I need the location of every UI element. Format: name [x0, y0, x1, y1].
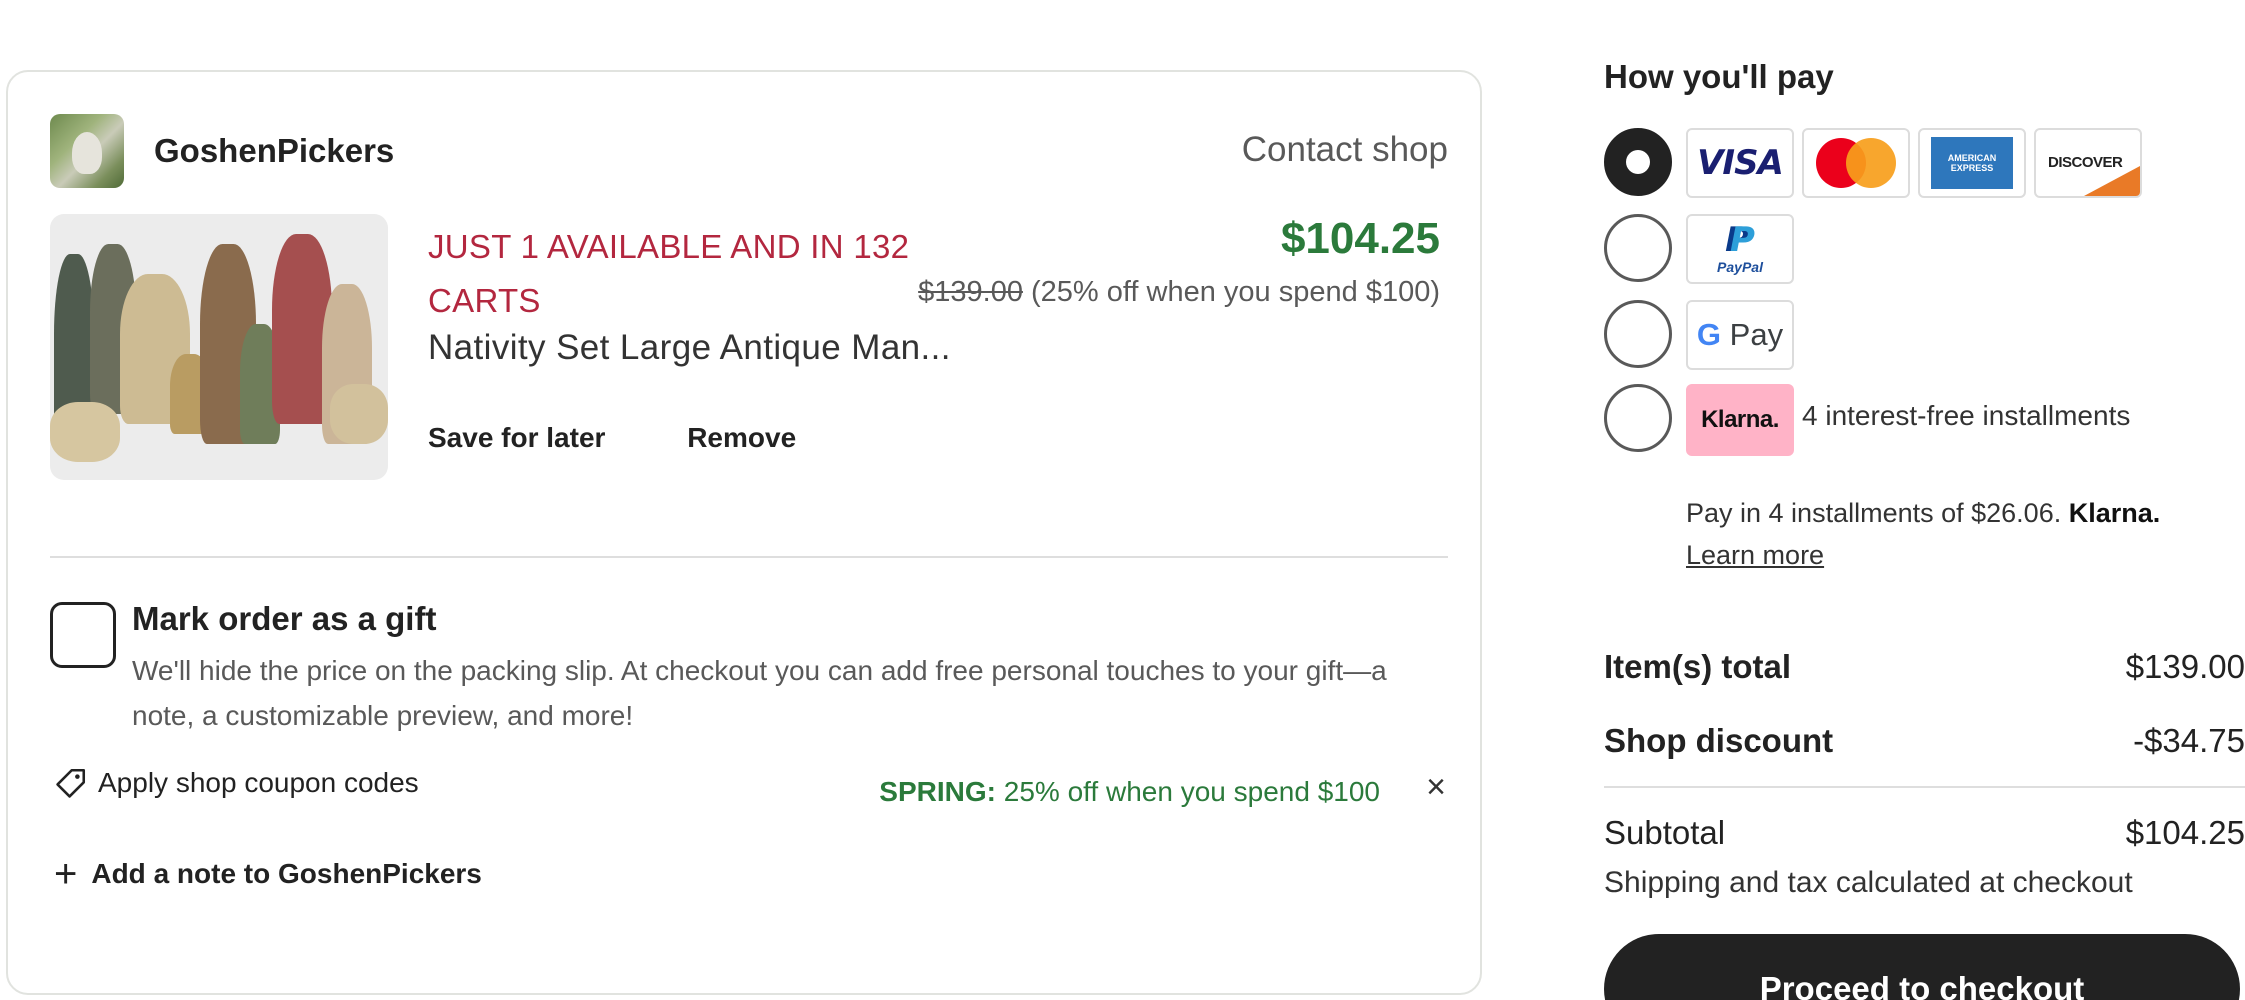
listing-thumbnail[interactable] — [50, 214, 388, 480]
stock-message: JUST 1 AVAILABLE AND IN 132 CARTS — [428, 228, 910, 319]
original-price: $139.00 — [918, 276, 1023, 308]
contact-shop-link[interactable]: Contact shop — [1242, 130, 1448, 170]
gift-checkbox[interactable] — [50, 602, 116, 668]
subtotal-label: Subtotal — [1604, 814, 1726, 851]
radio-card[interactable] — [1604, 128, 1672, 196]
gift-description: We'll hide the price on the packing slip… — [132, 655, 1387, 731]
klarna-brand: Klarna. — [2068, 498, 2161, 528]
shop-discount-label: Shop discount — [1604, 722, 1834, 759]
coupon-description: 25% off when you spend $100 — [1003, 776, 1380, 807]
paypal-text: PayPal — [1717, 259, 1763, 275]
paypal-logo: PP PayPal — [1717, 220, 1763, 275]
radio-klarna[interactable] — [1604, 384, 1672, 452]
gpay-logo: G Pay — [1696, 317, 1784, 352]
payment-panel: How you'll pay VISA AMERICAN EXPRESS DIS… — [1604, 0, 2245, 1000]
proceed-to-checkout-button[interactable]: Proceed to checkout — [1604, 934, 2240, 1000]
save-for-later-button[interactable]: Save for later — [428, 422, 605, 453]
plus-icon: + — [54, 852, 78, 896]
item-actions: Save for later Remove — [428, 422, 870, 454]
items-total-label: Item(s) total — [1604, 648, 1792, 685]
subtotal-value: $104.25 — [2125, 814, 2245, 851]
mastercard-logo — [1816, 138, 1896, 188]
visa-logo: VISA — [1697, 143, 1784, 183]
item-price: $104.25 — [1280, 214, 1440, 263]
mastercard-badge[interactable] — [1802, 128, 1910, 198]
visa-badge[interactable]: VISA — [1686, 128, 1794, 198]
items-total-row: Item(s) total $139.00 — [1604, 648, 2245, 686]
shop-discount-value: -$34.75 — [2133, 722, 2245, 759]
klarna-logo: Klarna. — [1701, 406, 1779, 433]
divider — [50, 556, 1448, 558]
price-detail: $139.00 (25% off when you spend $100) — [918, 272, 1440, 313]
amex-logo: AMERICAN EXPRESS — [1931, 137, 2013, 189]
amex-badge[interactable]: AMERICAN EXPRESS — [1918, 128, 2026, 198]
klarna-learn-more-link[interactable]: Learn more — [1686, 540, 1824, 570]
items-total-value: $139.00 — [2125, 648, 2245, 685]
radio-gpay[interactable] — [1604, 300, 1672, 368]
klarna-installment-text: Pay in 4 installments of $26.06. — [1686, 498, 2062, 528]
item-title[interactable]: Nativity Set Large Antique Man... — [428, 328, 951, 368]
discount-note: (25% off when you spend $100) — [1031, 276, 1440, 308]
coupon-code: SPRING: — [879, 776, 996, 807]
add-note-link[interactable]: + Add a note to GoshenPickers — [54, 852, 482, 896]
shop-name[interactable]: GoshenPickers — [154, 132, 394, 170]
paypal-badge[interactable]: PP PayPal — [1686, 214, 1794, 284]
apply-coupon-label: Apply shop coupon codes — [98, 767, 419, 798]
tag-icon — [56, 768, 86, 798]
shop-cart-card: GoshenPickers Contact shop JUST 1 AVAILA… — [6, 70, 1482, 995]
gpay-badge[interactable]: G Pay — [1686, 300, 1794, 370]
remove-button[interactable]: Remove — [687, 422, 796, 453]
discover-accent — [2084, 166, 2140, 196]
summary-divider — [1604, 786, 2245, 788]
shop-avatar[interactable] — [50, 114, 124, 188]
applied-coupon: SPRING: 25% off when you spend $100 — [879, 776, 1380, 808]
subtotal-row: Subtotal $104.25 — [1604, 814, 2245, 852]
shop-discount-row: Shop discount -$34.75 — [1604, 722, 2245, 760]
radio-paypal[interactable] — [1604, 214, 1672, 282]
price-block: $104.25 $139.00 (25% off when you spend … — [918, 214, 1440, 313]
avatar-cat-figure — [72, 132, 102, 174]
klarna-description: 4 interest-free installments — [1802, 400, 2131, 431]
add-note-label: Add a note to GoshenPickers — [91, 858, 482, 889]
payment-title: How you'll pay — [1604, 58, 1834, 95]
shop-header: GoshenPickers Contact shop — [50, 114, 1448, 188]
apply-coupon-link[interactable]: Apply shop coupon codes — [54, 766, 419, 800]
gift-title[interactable]: Mark order as a gift — [132, 600, 436, 638]
discover-badge[interactable]: DISCOVER — [2034, 128, 2142, 198]
close-icon[interactable]: × — [1426, 768, 1446, 807]
klarna-info: Pay in 4 installments of $26.06. Klarna.… — [1686, 492, 2245, 576]
klarna-badge[interactable]: Klarna. — [1686, 384, 1794, 456]
shipping-note: Shipping and tax calculated at checkout — [1604, 866, 2133, 899]
